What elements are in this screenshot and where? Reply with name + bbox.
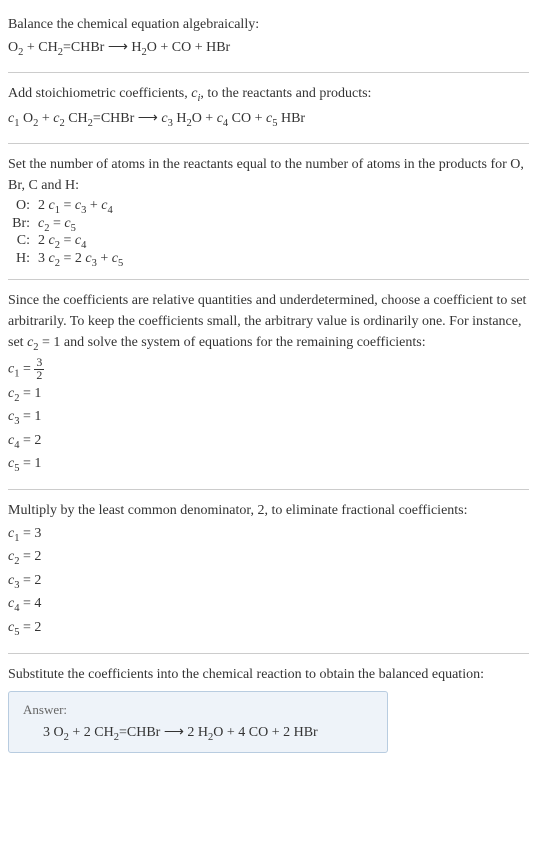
coeff-line: c2 = 1 [8,383,529,407]
atom-label: H: [8,251,38,269]
coeff-line: c3 = 1 [8,406,529,430]
atom-row: H: 3 c2 = 2 c3 + c5 [8,251,123,269]
atom-label: Br: [8,216,38,234]
step5-text: Multiply by the least common denominator… [8,500,529,521]
coeff-line: c1 = 3 [8,523,529,547]
answer-equation: 3 O2 + 2 CH2=CHBr ⟶ 2 H2O + 4 CO + 2 HBr [23,724,373,743]
step4-text: Since the coefficients are relative quan… [8,290,529,356]
coeff-line: c4 = 2 [8,430,529,454]
answer-label: Answer: [23,702,373,718]
atom-row: C: 2 c2 = c4 [8,233,123,251]
step3: Set the number of atoms in the reactants… [8,148,529,275]
atom-equation: 3 c2 = 2 c3 + c5 [38,251,123,269]
atom-label: O: [8,198,38,216]
atom-row: O: 2 c1 = c3 + c4 [8,198,123,216]
atom-row: Br: c2 = c5 [8,216,123,234]
divider [8,489,529,490]
coeff-line: c5 = 1 [8,453,529,477]
step2: Add stoichiometric coefficients, ci, to … [8,77,529,139]
atom-table: O: 2 c1 = c3 + c4 Br: c2 = c5 C: 2 c2 = … [8,198,123,269]
coeff-line: c4 = 4 [8,593,529,617]
atom-equation: 2 c2 = c4 [38,233,123,251]
step1: Balance the chemical equation algebraica… [8,8,529,68]
divider [8,72,529,73]
coeff-list: c1 = 3 c2 = 2 c3 = 2 c4 = 4 c5 = 2 [8,523,529,641]
step1-text: Balance the chemical equation algebraica… [8,14,529,35]
coeff-line: c3 = 2 [8,570,529,594]
step3-text: Set the number of atoms in the reactants… [8,154,529,196]
step4: Since the coefficients are relative quan… [8,284,529,485]
step6-text: Substitute the coefficients into the che… [8,664,529,685]
atom-equation: c2 = c5 [38,216,123,234]
coeff-line: c1 = 32 [8,357,529,382]
atom-equation: 2 c1 = c3 + c4 [38,198,123,216]
step5: Multiply by the least common denominator… [8,494,529,649]
atom-label: C: [8,233,38,251]
step2-equation: c1 O2 + c2 CH2=CHBr ⟶ c3 H2O + c4 CO + c… [8,108,529,133]
step2-text: Add stoichiometric coefficients, ci, to … [8,83,529,107]
answer-box: Answer: 3 O2 + 2 CH2=CHBr ⟶ 2 H2O + 4 CO… [8,691,388,754]
divider [8,653,529,654]
coeff-line: c2 = 2 [8,546,529,570]
step6: Substitute the coefficients into the che… [8,658,529,760]
step1-equation: O2 + CH2=CHBr ⟶ H2O + CO + HBr [8,37,529,62]
coeff-list: c1 = 32 c2 = 1 c3 = 1 c4 = 2 c5 = 1 [8,357,529,476]
divider [8,279,529,280]
coeff-line: c5 = 2 [8,617,529,641]
divider [8,143,529,144]
